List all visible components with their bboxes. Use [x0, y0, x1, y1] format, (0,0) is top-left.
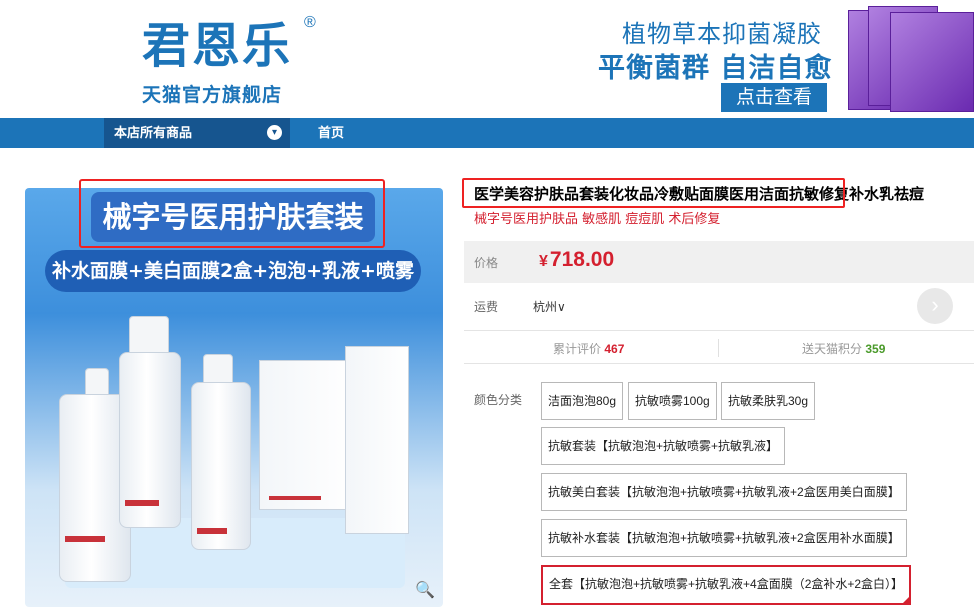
shop-logo[interactable]: 君恩乐 ® 天猫官方旗舰店	[140, 14, 320, 106]
sku-option[interactable]: 洁面泡泡80g	[541, 382, 624, 420]
zoom-icon[interactable]: 🔍	[415, 580, 437, 602]
banner-view-button[interactable]: 点击查看	[721, 83, 827, 112]
reviews-count: 467	[604, 342, 625, 356]
sku-option-selected[interactable]: 全套【抗敏泡泡+抗敏喷雾+抗敏乳液+4盒面膜（2盒补水+2盒白）】	[541, 565, 912, 605]
registered-mark: ®	[304, 14, 316, 31]
reviews-label: 累计评价	[553, 342, 602, 356]
sku-option-label: 全套【抗敏泡泡+抗敏喷雾+抗敏乳液+4盒面膜（2盒补水+2盒白）】	[549, 577, 904, 591]
sku-option[interactable]: 抗敏补水套装【抗敏泡泡+抗敏喷雾+抗敏乳液+2盒医用补水面膜】	[541, 519, 907, 557]
shop-nav-bar: 本店所有商品 ▾ 首页	[0, 118, 974, 148]
points-count: 359	[865, 342, 886, 356]
sku-option[interactable]: 抗敏套装【抗敏泡泡+抗敏喷雾+抗敏乳液】	[541, 427, 786, 465]
currency-symbol: ¥	[539, 253, 548, 270]
highlight-box-product-title	[462, 178, 845, 208]
sku-option[interactable]: 抗敏美白套装【抗敏泡泡+抗敏喷雾+抗敏乳液+2盒医用美白面膜】	[541, 473, 907, 511]
promo-banner[interactable]: 植物草本抑菌凝胶 平衡菌群 自洁自愈 点击查看	[590, 6, 974, 114]
shipping-origin-select[interactable]: 杭州∨	[533, 298, 566, 315]
image-subtitle-banner: 补水面膜+美白面膜2盒+泡泡+乳液+喷雾	[45, 250, 421, 292]
banner-headline: 植物草本抑菌凝胶	[622, 20, 822, 48]
all-products-label: 本店所有商品	[114, 125, 193, 140]
price-value: ¥718.00	[539, 248, 614, 272]
product-page: 君恩乐 ® 天猫官方旗舰店 植物草本抑菌凝胶 平衡菌群 自洁自愈 点击查看 本店…	[0, 0, 974, 611]
shop-header: 君恩乐 ® 天猫官方旗舰店 植物草本抑菌凝胶 平衡菌群 自洁自愈 点击查看	[0, 0, 974, 118]
sku-option[interactable]: 抗敏柔肤乳30g	[721, 382, 816, 420]
banner-product-image	[848, 6, 974, 114]
banner-tagline: 平衡菌群 自洁自愈	[598, 53, 833, 84]
mask-box-front	[259, 360, 355, 510]
shipping-label: 运费	[474, 300, 499, 314]
product-subtitle: 械字号医用护肤品 敏感肌 痘痘肌 术后修复	[474, 212, 721, 227]
points-label: 送天猫积分	[802, 342, 863, 356]
chevron-down-icon: ∨	[557, 300, 566, 314]
logo-text: 君恩乐	[142, 18, 293, 74]
nav-home-link[interactable]: 首页	[318, 118, 344, 148]
points-stat: 送天猫积分 359	[802, 340, 885, 357]
chevron-down-icon: ▾	[267, 125, 282, 140]
price-row: 价格 ¥718.00	[464, 241, 974, 283]
sales-stats: 累计评价 467 送天猫积分 359	[464, 330, 974, 364]
foam-bottle	[191, 382, 251, 550]
highlight-box-image-title	[79, 179, 385, 248]
stats-divider	[718, 339, 719, 357]
all-products-menu[interactable]: 本店所有商品 ▾	[104, 118, 290, 148]
logo-subtitle: 天猫官方旗舰店	[142, 84, 283, 106]
reviews-stat[interactable]: 累计评价 467	[553, 340, 624, 357]
sku-option[interactable]: 抗敏喷雾100g	[628, 382, 717, 420]
selected-check-icon	[901, 595, 912, 605]
price-amount: 718.00	[549, 248, 615, 271]
price-label: 价格	[474, 256, 499, 270]
shipping-origin: 杭州	[533, 300, 558, 314]
color-category-label: 颜色分类	[474, 393, 523, 407]
product-main-image[interactable]: 械字号医用护肤套装 补水面膜+美白面膜2盒+泡泡+乳液+喷雾 🔍	[25, 188, 443, 607]
mask-box-back	[345, 346, 409, 534]
next-arrow-button[interactable]: ›	[917, 288, 953, 324]
